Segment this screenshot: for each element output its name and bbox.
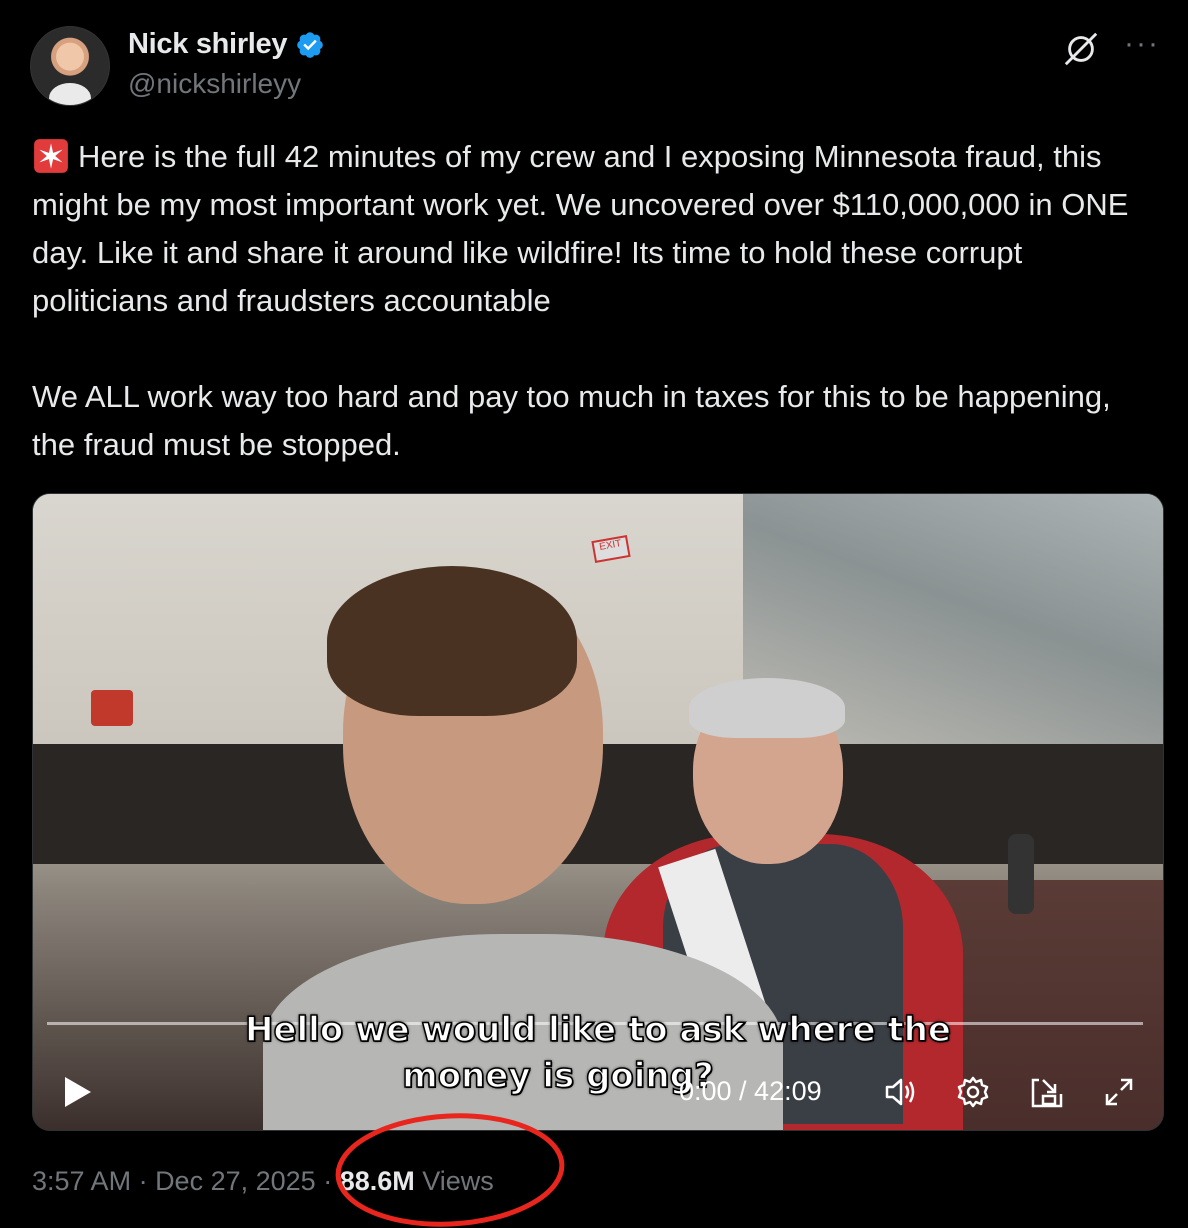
picture-in-picture-icon[interactable] (1029, 1074, 1065, 1110)
fullscreen-icon[interactable] (1101, 1074, 1137, 1110)
tweet-text: Here is the full 42 minutes of my crew a… (32, 133, 1142, 469)
views-count[interactable]: 88.6M (340, 1166, 415, 1197)
grok-icon[interactable] (1062, 30, 1100, 68)
footer-separator: · (131, 1166, 156, 1196)
verified-badge-icon (297, 31, 324, 58)
views-label: Views (414, 1166, 494, 1196)
video-time: 0:00 / 42:09 (679, 1076, 822, 1106)
author-display-name[interactable]: Nick shirley (128, 28, 288, 61)
video-subtitle-line-1: Hello we would like to ask where the (244, 1009, 951, 1051)
tweet-paragraph-1: Here is the full 42 minutes of my crew a… (32, 139, 1138, 318)
more-options-icon[interactable]: ··· (1124, 29, 1160, 59)
tweet-date[interactable]: Dec 27, 2025 (155, 1166, 316, 1197)
settings-gear-icon[interactable] (955, 1074, 991, 1110)
volume-icon[interactable] (883, 1074, 919, 1110)
video-controls: 0:00 / 42:09 (33, 1050, 1163, 1130)
video-player[interactable]: EXIT Hello we would like to ask where th… (32, 493, 1164, 1131)
play-icon[interactable] (59, 1074, 95, 1110)
header-actions: ··· (1062, 29, 1160, 68)
footer-separator-2: · (315, 1166, 340, 1196)
tweet-footer: 3:57 AM · Dec 27, 2025 · 88.6M Views (32, 1166, 494, 1197)
tweet-header: Nick shirley @nickshirleyy ··· (30, 24, 1160, 106)
tweet-time[interactable]: 3:57 AM (32, 1166, 131, 1197)
author-handle[interactable]: @nickshirleyy (128, 68, 301, 100)
avatar[interactable] (30, 26, 110, 106)
name-row: Nick shirley (128, 28, 325, 61)
siren-icon (34, 139, 68, 173)
fire-alarm (91, 690, 133, 726)
tweet-paragraph-2: We ALL work way too hard and pay too muc… (32, 379, 1120, 462)
background-person (1008, 834, 1034, 914)
